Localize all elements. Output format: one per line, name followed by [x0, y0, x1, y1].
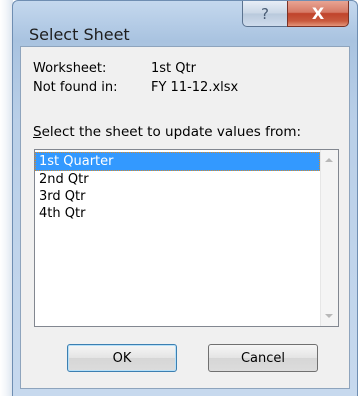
ok-button[interactable]: OK — [67, 344, 177, 372]
worksheet-value: 1st Qtr — [151, 61, 196, 76]
close-icon: X — [311, 4, 325, 23]
cancel-button[interactable]: Cancel — [208, 344, 318, 372]
list-item[interactable]: 3rd Qtr — [36, 188, 320, 205]
scroll-up-arrow-icon[interactable] — [325, 158, 333, 162]
scroll-down-arrow-icon[interactable] — [325, 314, 333, 318]
not-found-label: Not found in: — [33, 80, 118, 95]
vertical-scrollbar[interactable] — [320, 150, 338, 326]
list-prompt-label: Select the sheet to update values from: — [33, 124, 301, 140]
worksheet-row: Worksheet: 1st Qtr — [33, 61, 196, 76]
list-item-selected[interactable]: 1st Quarter — [35, 152, 320, 171]
sheet-list-items: 1st Quarter 2nd Qtr 3rd Qtr 4th Qtr — [35, 152, 320, 222]
close-button[interactable]: X — [287, 1, 349, 27]
worksheet-label: Worksheet: — [33, 61, 107, 76]
select-sheet-dialog: Select Sheet ? X Worksheet: 1st Qtr Not f… — [12, 0, 358, 396]
not-found-row: Not found in: FY 11-12.xlsx — [33, 80, 238, 95]
list-item[interactable]: 2nd Qtr — [36, 171, 320, 188]
sheet-listbox[interactable]: 1st Quarter 2nd Qtr 3rd Qtr 4th Qtr — [34, 149, 339, 327]
dialog-title: Select Sheet — [29, 25, 130, 44]
not-found-value: FY 11-12.xlsx — [151, 80, 239, 95]
title-bar[interactable]: Select Sheet ? X — [13, 1, 357, 44]
prompt-accelerator: S — [33, 124, 42, 140]
prompt-text: elect the sheet to update values from: — [41, 124, 302, 140]
dialog-body: Worksheet: 1st Qtr Not found in: FY 11-12.… — [20, 46, 350, 389]
question-mark-icon: ? — [261, 4, 269, 23]
help-button[interactable]: ? — [242, 1, 288, 27]
list-item[interactable]: 4th Qtr — [36, 205, 320, 222]
